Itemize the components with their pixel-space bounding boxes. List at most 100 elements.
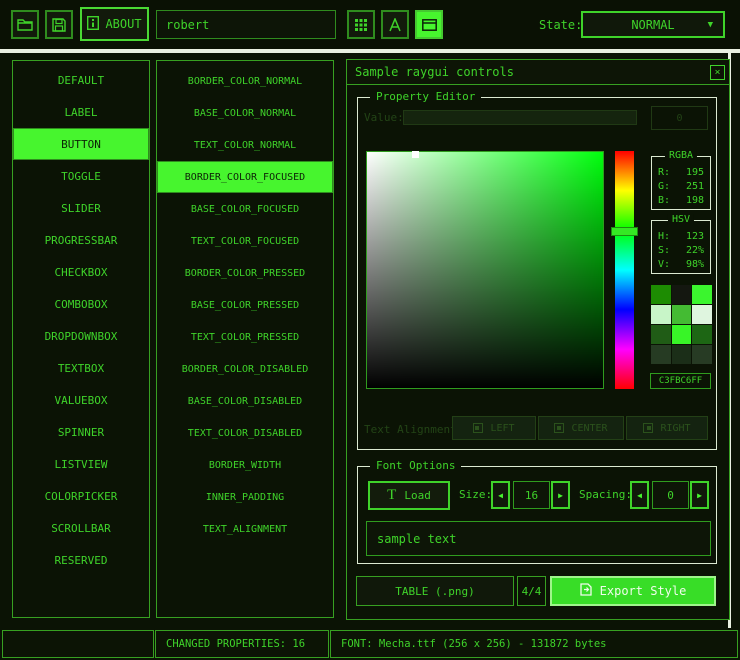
color-swatch[interactable] — [651, 305, 671, 324]
b-label: B: — [658, 195, 670, 206]
property-item-selected[interactable]: BORDER_COLOR_FOCUSED — [157, 161, 333, 193]
hex-value-box[interactable]: C3FBC6FF — [650, 373, 711, 389]
align-center-icon — [554, 423, 564, 433]
spacing-value-box[interactable]: 0 — [652, 481, 689, 509]
s-label: S: — [658, 245, 670, 256]
controls-item-spinner[interactable]: SPINNER — [13, 416, 149, 448]
hue-bar[interactable] — [615, 151, 634, 389]
property-item[interactable]: TEXT_COLOR_FOCUSED — [157, 225, 333, 257]
sample-text-box[interactable]: sample text — [366, 521, 711, 556]
info-icon — [87, 16, 99, 33]
controls-list: DEFAULT LABEL BUTTON TOGGLE SLIDER PROGR… — [12, 60, 150, 618]
rgba-group: RGBA R: 195 G: 251 B: 198 — [651, 156, 711, 210]
close-button[interactable]: × — [710, 65, 725, 80]
open-file-button[interactable] — [11, 10, 39, 39]
format-count-box[interactable]: 4/4 — [517, 576, 546, 606]
style-name-input[interactable] — [156, 10, 336, 39]
color-swatch[interactable] — [651, 285, 671, 304]
controls-item-dropdownbox[interactable]: DROPDOWNBOX — [13, 320, 149, 352]
controls-item-combobox[interactable]: COMBOBOX — [13, 288, 149, 320]
property-item[interactable]: BORDER_WIDTH — [157, 449, 333, 481]
value-box[interactable]: 0 — [651, 106, 708, 130]
controls-item-colorpicker[interactable]: COLORPICKER — [13, 480, 149, 512]
window-title-bar[interactable]: Sample raygui controls — [347, 60, 729, 85]
controls-item-reserved[interactable]: RESERVED — [13, 544, 149, 576]
size-decrease-button[interactable]: ◀ — [491, 481, 510, 509]
value-slider[interactable] — [403, 110, 637, 125]
export-style-button[interactable]: Export Style — [550, 576, 716, 606]
value-box-text: 0 — [676, 113, 682, 124]
spacing-decrease-button[interactable]: ◀ — [630, 481, 649, 509]
save-file-button[interactable] — [45, 10, 73, 39]
hue-bar-cursor[interactable] — [611, 227, 638, 236]
about-label: ABOUT — [105, 17, 141, 31]
state-dropdown[interactable]: NORMAL ▼ — [581, 11, 725, 38]
property-item[interactable]: BORDER_COLOR_PRESSED — [157, 257, 333, 289]
controls-item-toggle[interactable]: TOGGLE — [13, 160, 149, 192]
property-item[interactable]: BASE_COLOR_NORMAL — [157, 97, 333, 129]
rgba-b-row: B: 198 — [652, 193, 710, 207]
controls-item-button-selected[interactable]: BUTTON — [13, 128, 149, 160]
controls-item-slider[interactable]: SLIDER — [13, 192, 149, 224]
color-swatch[interactable] — [651, 325, 671, 344]
controls-item-listview[interactable]: LISTVIEW — [13, 448, 149, 480]
control-preview-button-active[interactable] — [415, 10, 443, 39]
property-item[interactable]: BORDER_COLOR_NORMAL — [157, 65, 333, 97]
align-left-button[interactable]: LEFT — [452, 416, 536, 440]
rgba-g-row: G: 251 — [652, 179, 710, 193]
color-picker-cursor[interactable] — [412, 151, 419, 158]
about-button[interactable]: ABOUT — [80, 7, 149, 41]
align-left-icon — [473, 423, 483, 433]
chevron-down-icon: ▼ — [708, 20, 713, 30]
property-item[interactable]: BASE_COLOR_PRESSED — [157, 289, 333, 321]
size-increase-button[interactable]: ▶ — [551, 481, 570, 509]
state-value: NORMAL — [631, 18, 674, 32]
controls-item-label[interactable]: LABEL — [13, 96, 149, 128]
controls-item-progressbar[interactable]: PROGRESSBAR — [13, 224, 149, 256]
controls-item-default[interactable]: DEFAULT — [13, 64, 149, 96]
color-swatch[interactable] — [692, 305, 712, 324]
property-item[interactable]: BORDER_COLOR_DISABLED — [157, 353, 333, 385]
color-swatch[interactable] — [692, 345, 712, 364]
property-item[interactable]: TEXT_COLOR_PRESSED — [157, 321, 333, 353]
export-format-button[interactable]: TABLE (.png) — [356, 576, 514, 606]
color-swatch[interactable] — [672, 305, 692, 324]
property-item[interactable]: TEXT_COLOR_NORMAL — [157, 129, 333, 161]
controls-item-checkbox[interactable]: CHECKBOX — [13, 256, 149, 288]
status-bar-left — [2, 630, 154, 658]
controls-item-textbox[interactable]: TEXTBOX — [13, 352, 149, 384]
size-value-box[interactable]: 16 — [513, 481, 550, 509]
color-swatch[interactable] — [651, 345, 671, 364]
rgba-r-row: R: 195 — [652, 165, 710, 179]
property-item[interactable]: BASE_COLOR_FOCUSED — [157, 193, 333, 225]
color-swatch[interactable] — [672, 285, 692, 304]
arrow-left-icon: ◀ — [637, 491, 642, 500]
hsv-s-row: S: 22% — [652, 243, 710, 257]
arrow-left-icon: ◀ — [498, 491, 503, 500]
property-item[interactable]: TEXT_COLOR_DISABLED — [157, 417, 333, 449]
property-item[interactable]: BASE_COLOR_DISABLED — [157, 385, 333, 417]
r-label: R: — [658, 167, 670, 178]
property-item[interactable]: INNER_PADDING — [157, 481, 333, 513]
grid-icon — [355, 19, 367, 31]
size-value: 16 — [525, 489, 538, 502]
b-value: 198 — [686, 195, 704, 206]
property-item[interactable]: TEXT_ALIGNMENT — [157, 513, 333, 545]
color-picker-panel[interactable] — [366, 151, 604, 389]
s-value: 22% — [686, 245, 704, 256]
font-load-button[interactable]: T Load — [368, 481, 450, 510]
changed-properties-text: CHANGED PROPERTIES: 16 — [166, 638, 305, 650]
align-right-button[interactable]: RIGHT — [626, 416, 708, 440]
style-table-button[interactable] — [347, 10, 375, 39]
align-center-button[interactable]: CENTER — [538, 416, 624, 440]
color-swatch[interactable] — [672, 345, 692, 364]
color-swatch[interactable] — [692, 285, 712, 304]
color-swatch[interactable] — [672, 325, 692, 344]
controls-item-scrollbar[interactable]: SCROLLBAR — [13, 512, 149, 544]
spacing-increase-button[interactable]: ▶ — [690, 481, 709, 509]
g-value: 251 — [686, 181, 704, 192]
font-atlas-button[interactable] — [381, 10, 409, 39]
color-swatch[interactable] — [692, 325, 712, 344]
controls-item-valuebox[interactable]: VALUEBOX — [13, 384, 149, 416]
window-title: Sample raygui controls — [355, 65, 514, 79]
